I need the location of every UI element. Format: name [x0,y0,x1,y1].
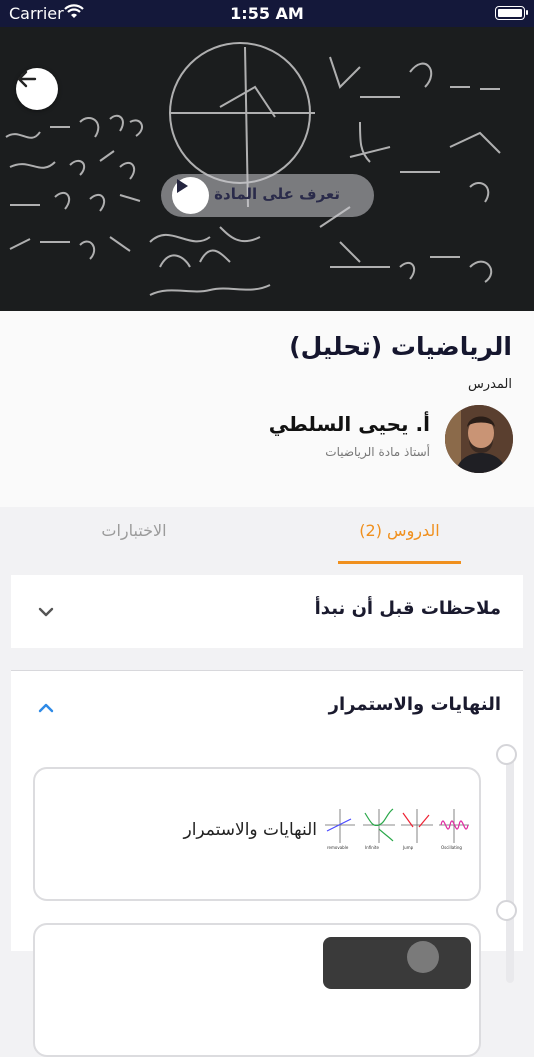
chevron-down-icon[interactable] [37,603,55,622]
battery-icon [495,6,528,20]
section-title: النهايات والاستمرار [328,694,501,715]
section-notes[interactable]: ملاحظات قبل أن نبدأ [11,575,523,648]
lesson-title: النهايات والاستمرار [183,820,317,840]
play-icon [172,177,209,214]
teacher-avatar[interactable] [445,405,513,473]
course-video-banner[interactable]: تعرف على المادة [0,27,534,311]
timeline-track [506,753,514,983]
svg-text:Infinite: Infinite [365,845,379,850]
active-tab-indicator [338,561,461,564]
teacher-photo [445,405,513,473]
tab-lessons[interactable]: الدروس (2) [338,521,461,540]
course-info: الرياضيات (تحليل) المدرس أ. يحيى السلطي … [0,311,534,507]
section-title: ملاحظات قبل أن نبدأ [314,598,501,619]
tab-exams[interactable]: الاختبارات [70,521,198,540]
course-intro-label: تعرف على المادة [214,185,340,203]
timeline-dot [496,744,517,765]
lesson-card[interactable] [33,923,481,1057]
lesson-card[interactable]: النهايات والاستمرار removable Infinite Jum… [33,767,481,901]
lesson-thumbnail: removable Infinite Jump Oscillating [323,805,471,857]
chevron-up-icon[interactable] [37,699,55,718]
teacher-subtitle: أستاذ مادة الرياضيات [325,445,430,459]
status-bar: Carrier 1:55 AM [0,0,534,27]
arrow-left-icon [17,70,37,88]
timeline-dot [496,900,517,921]
svg-text:Jump: Jump [402,845,414,850]
svg-text:removable: removable [327,845,349,850]
chalkboard-image [0,27,534,311]
lesson-thumbnail [323,937,471,989]
section-limits-continuity[interactable]: النهايات والاستمرار النهايات والاستمرار … [11,670,523,1057]
course-title: الرياضيات (تحليل) [289,332,512,361]
course-tabs: الدروس (2) الاختبارات [0,507,534,564]
teacher-name: أ. يحيى السلطي [268,412,430,436]
clock: 1:55 AM [230,4,304,23]
svg-text:Oscillating: Oscillating [441,845,462,850]
teacher-label: المدرس [467,377,512,392]
back-button[interactable] [16,68,58,110]
course-intro-button[interactable]: تعرف على المادة [161,174,374,217]
